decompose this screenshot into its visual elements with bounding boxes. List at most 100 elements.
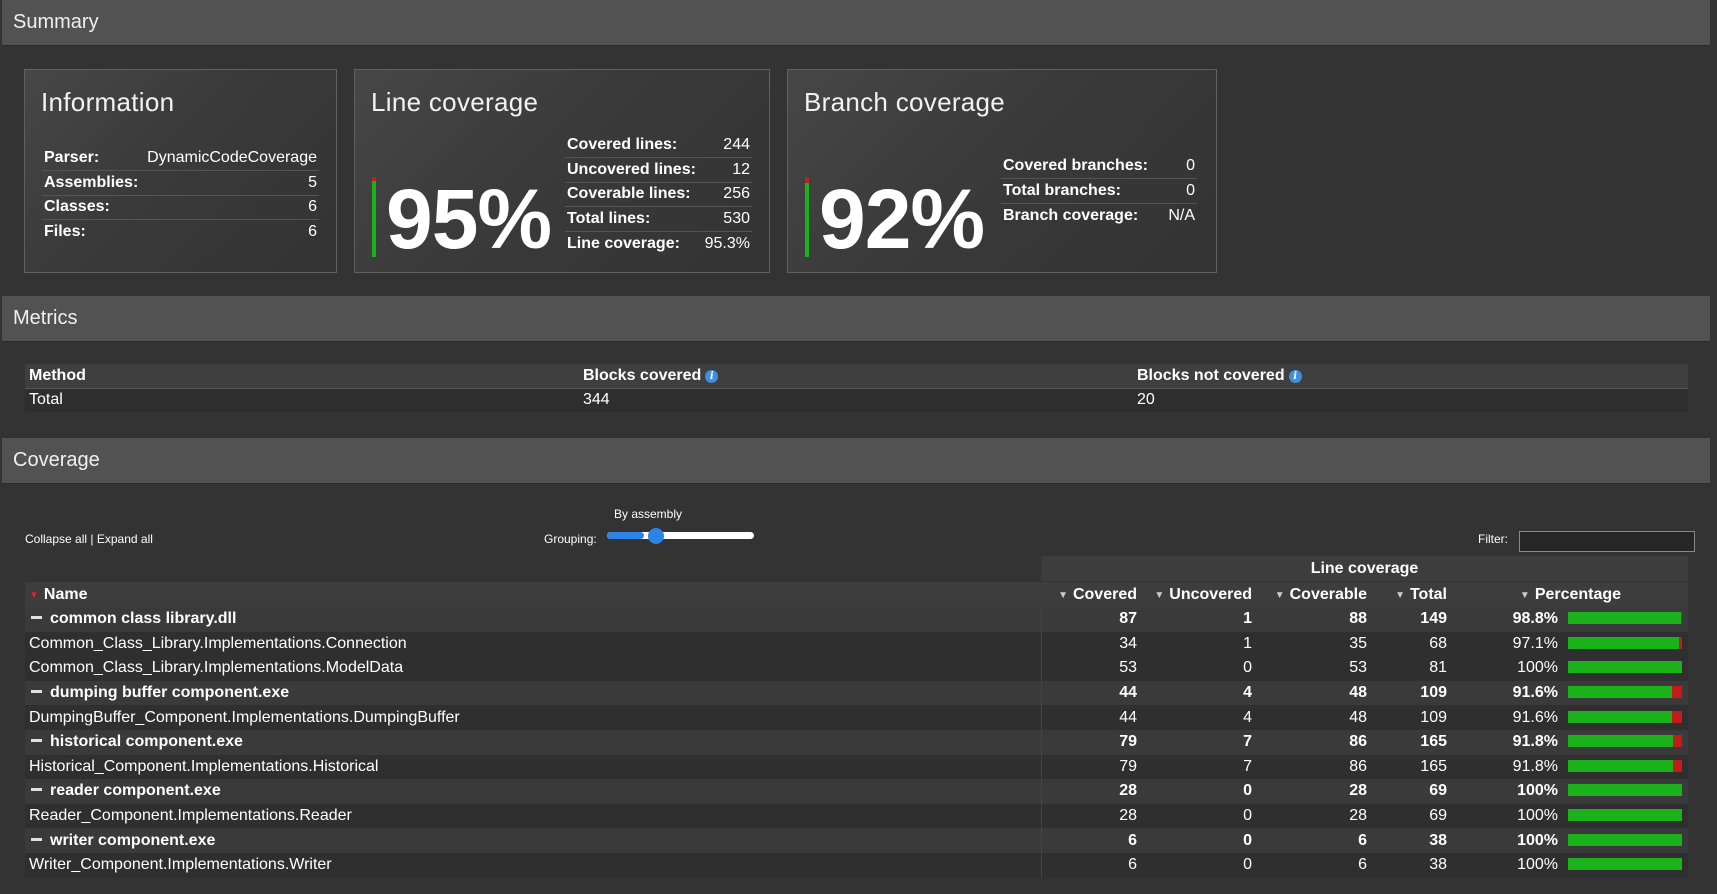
class-row[interactable]: DumpingBuffer_Component.Implementations.… — [25, 705, 1688, 730]
coverage-bar-fill — [1568, 858, 1682, 871]
expand-all-link[interactable]: Expand all — [97, 532, 153, 546]
information-label: Files: — [44, 223, 86, 240]
grouping-slider-thumb[interactable] — [648, 528, 664, 544]
information-label: Parser: — [42, 146, 143, 171]
class-name-link[interactable]: Historical_Component.Implementations.His… — [29, 758, 378, 775]
collapse-all-link[interactable]: Collapse all — [25, 532, 87, 546]
row-covered-cell: 28 — [1041, 803, 1143, 829]
row-coverable-cell: 35 — [1258, 631, 1373, 657]
line-coverage-title: Line coverage — [371, 87, 539, 117]
row-name-cell[interactable]: Reader_Component.Implementations.Reader — [25, 803, 1042, 829]
summary-heading: Summary — [13, 11, 99, 33]
collapse-icon[interactable] — [31, 739, 42, 743]
filter-input[interactable] — [1519, 531, 1695, 552]
row-covered-cell: 34 — [1041, 631, 1143, 657]
class-name-link[interactable]: Writer_Component.Implementations.Writer — [29, 856, 332, 873]
column-uncovered-header[interactable]: ▼ Uncovered — [1143, 582, 1258, 607]
row-total-cell: 109 — [1373, 680, 1453, 706]
assembly-row[interactable]: common class library.dll 87 1 88 149 98.8% — [25, 607, 1688, 632]
class-row[interactable]: Common_Class_Library.Implementations.Con… — [25, 631, 1688, 657]
metrics-heading: Metrics — [13, 307, 78, 329]
row-total-cell: 38 — [1373, 828, 1453, 853]
class-row[interactable]: Reader_Component.Implementations.Reader 2… — [25, 803, 1688, 829]
class-row[interactable]: Historical_Component.Implementations.His… — [25, 754, 1688, 780]
coverage-bar — [1568, 735, 1682, 748]
coverage-bar-fill — [1568, 784, 1682, 797]
branch-coverage-value: N/A — [1168, 206, 1195, 224]
collapse-icon[interactable] — [31, 788, 42, 792]
column-coverable-header[interactable]: ▼ Coverable — [1258, 582, 1373, 607]
row-name-cell[interactable]: writer component.exe — [25, 828, 1042, 853]
information-table: Parser: DynamicCodeCoverage Assemblies: 5 Cl… — [42, 146, 319, 244]
coverage-bar — [1568, 686, 1682, 699]
row-total-cell: 68 — [1373, 631, 1453, 657]
assembly-name: writer component.exe — [50, 831, 216, 849]
row-coverable-cell: 86 — [1258, 729, 1373, 755]
line-coverage-row: Coverable lines: 256 — [565, 182, 752, 207]
assembly-row[interactable]: reader component.exe 28 0 28 69 100% — [25, 779, 1688, 804]
coverage-bar-fill — [1568, 636, 1679, 649]
column-percentage-header[interactable]: ▼ Percentage — [1453, 582, 1688, 607]
line-coverage-label: Uncovered lines: — [565, 157, 702, 183]
class-name-link[interactable]: DumpingBuffer_Component.Implementations.… — [29, 709, 460, 726]
line-coverage-label: Total lines: — [565, 206, 702, 232]
row-uncovered-cell: 0 — [1143, 828, 1258, 853]
row-name-cell[interactable]: reader component.exe — [25, 779, 1042, 804]
branch-coverage-row: Branch coverage: N/A — [1001, 203, 1197, 228]
row-name-cell[interactable]: common class library.dll — [25, 607, 1042, 632]
assembly-row[interactable]: historical component.exe 79 7 86 165 91.8% — [25, 729, 1688, 755]
branch-coverage-value: 0 — [1163, 154, 1197, 179]
grouping-slider-fill — [607, 532, 644, 539]
row-name-cell[interactable]: dumping buffer component.exe — [25, 680, 1042, 706]
class-name-link[interactable]: Reader_Component.Implementations.Reader — [29, 807, 352, 824]
row-name-cell[interactable]: Common_Class_Library.Implementations.Mod… — [25, 656, 1042, 681]
percentage-text: 100% — [1517, 782, 1558, 800]
row-covered-cell: 6 — [1041, 852, 1143, 878]
coverage-bar-fill — [1568, 809, 1682, 822]
grouping-slider-track[interactable] — [607, 532, 754, 539]
column-name-header[interactable]: ▼ Name — [25, 582, 1041, 607]
sort-icon: ▼ — [1154, 589, 1165, 601]
coverage-bar-fill — [1568, 735, 1673, 748]
collapse-expand-controls: Collapse all | Expand all — [25, 532, 153, 546]
row-name-cell[interactable]: Historical_Component.Implementations.His… — [25, 754, 1042, 780]
percentage-text: 100% — [1517, 807, 1558, 825]
class-row[interactable]: Writer_Component.Implementations.Writer 6… — [25, 852, 1688, 878]
coverage-bar — [1568, 661, 1682, 674]
row-uncovered-cell: 7 — [1143, 729, 1258, 755]
coverage-bar — [1568, 784, 1682, 797]
row-name-cell[interactable]: DumpingBuffer_Component.Implementations.… — [25, 705, 1042, 730]
info-icon[interactable]: i — [705, 369, 719, 383]
information-title: Information — [41, 87, 175, 117]
information-row: Files: 6 — [42, 220, 319, 245]
column-covered-header[interactable]: ▼ Covered — [1041, 582, 1143, 607]
class-name-link[interactable]: Common_Class_Library.Implementations.Mod… — [29, 659, 403, 676]
row-name-cell[interactable]: historical component.exe — [25, 729, 1042, 755]
assembly-row[interactable]: writer component.exe 6 0 6 38 100% — [25, 828, 1688, 853]
coverage-heading: Coverage — [13, 449, 100, 471]
information-value: DynamicCodeCoverage — [142, 146, 319, 171]
coverage-bar-fill — [1568, 612, 1681, 625]
collapse-icon[interactable] — [31, 616, 42, 620]
row-covered-cell: 79 — [1041, 729, 1143, 755]
info-icon[interactable]: i — [1288, 369, 1302, 383]
row-uncovered-cell: 0 — [1143, 852, 1258, 878]
line-coverage-big-percent: 95% — [386, 172, 552, 266]
coverage-bar — [1568, 612, 1682, 625]
assembly-row[interactable]: dumping buffer component.exe 44 4 48 109 91.6… — [25, 680, 1688, 706]
collapse-icon[interactable] — [31, 837, 42, 841]
row-uncovered-cell: 0 — [1143, 656, 1258, 681]
column-total-header[interactable]: ▼ Total — [1373, 582, 1453, 607]
row-name-cell[interactable]: Common_Class_Library.Implementations.Con… — [25, 631, 1042, 657]
row-total-cell: 109 — [1373, 705, 1453, 730]
class-row[interactable]: Common_Class_Library.Implementations.Mod… — [25, 656, 1688, 681]
assembly-name: common class library.dll — [50, 610, 237, 628]
line-coverage-value: 256 — [701, 182, 752, 207]
row-percentage-cell: 98.8% — [1453, 607, 1688, 632]
row-name-cell[interactable]: Writer_Component.Implementations.Writer — [25, 852, 1042, 878]
coverage-bar-fill — [1568, 759, 1673, 772]
branch-coverage-row: Covered branches: 0 — [1001, 154, 1197, 179]
row-total-cell: 165 — [1373, 754, 1453, 780]
collapse-icon[interactable] — [31, 690, 42, 694]
class-name-link[interactable]: Common_Class_Library.Implementations.Con… — [29, 635, 407, 652]
